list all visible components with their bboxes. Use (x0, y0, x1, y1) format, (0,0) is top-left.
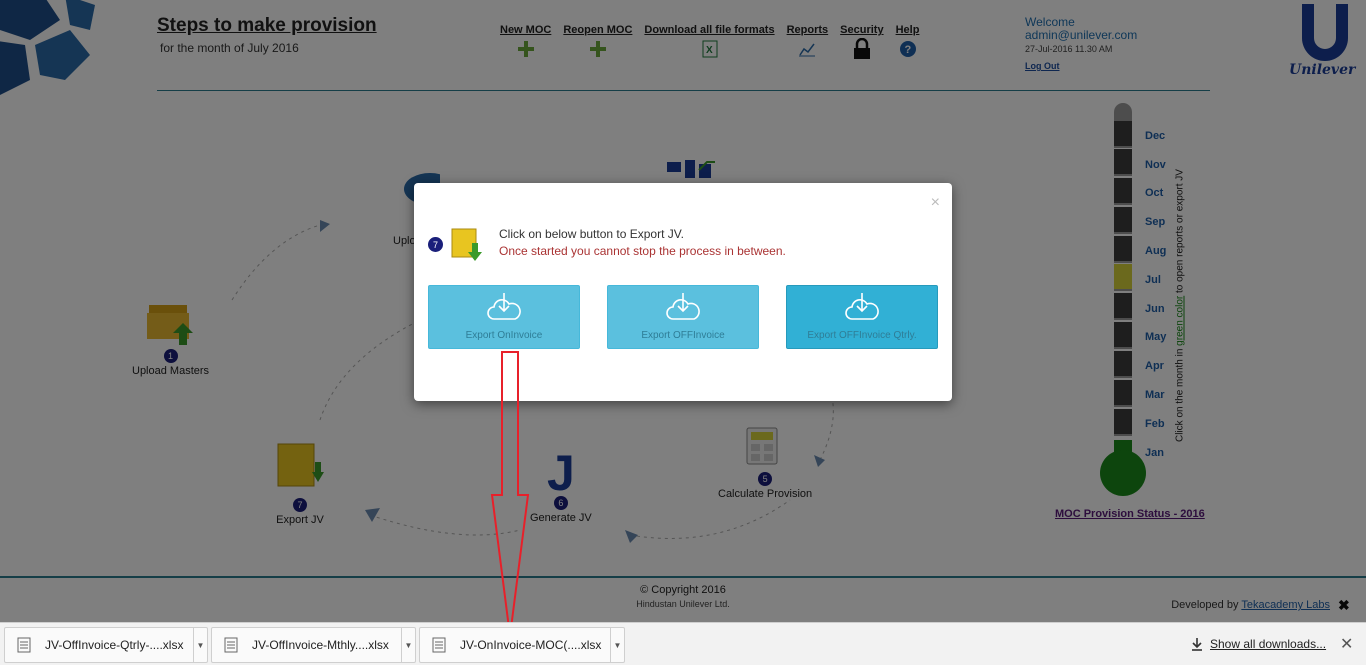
download-filename: JV-OffInvoice-Mthly....xlsx (252, 638, 389, 652)
downloads-close-icon[interactable]: ✕ (1340, 634, 1353, 654)
show-all-label: Show all downloads... (1210, 637, 1327, 651)
export-offinvoice-button[interactable]: Export OFFInvoice (607, 285, 759, 349)
modal-warning: Once started you cannot stop the process… (499, 244, 786, 258)
chevron-down-icon[interactable]: ▼ (193, 628, 207, 662)
export-offinvoice-qtrly-button[interactable]: Export OFFInvoice Qtrly. (786, 285, 938, 349)
downloads-bar: JV-OffInvoice-Qtrly-....xlsx ▼ JV-OffInv… (0, 622, 1366, 665)
button-label: Export OnInvoice (465, 330, 543, 341)
file-icon (224, 637, 238, 653)
download-item[interactable]: JV-OffInvoice-Mthly....xlsx ▼ (211, 627, 416, 663)
download-filename: JV-OffInvoice-Qtrly-....xlsx (45, 638, 184, 652)
download-filename: JV-OnInvoice-MOC(....xlsx (460, 638, 602, 652)
button-label: Export OFFInvoice (641, 330, 725, 341)
export-doc-icon (451, 228, 482, 261)
cloud-download-icon (666, 293, 700, 320)
button-label: Export OFFInvoice Qtrly. (807, 330, 917, 341)
export-oninvoice-button[interactable]: Export OnInvoice (428, 285, 580, 349)
download-item[interactable]: JV-OffInvoice-Qtrly-....xlsx ▼ (4, 627, 208, 663)
modal-close-button[interactable]: × (931, 194, 940, 212)
chevron-down-icon[interactable]: ▼ (610, 628, 624, 662)
file-icon (432, 637, 446, 653)
show-all-downloads[interactable]: Show all downloads... (1190, 637, 1326, 651)
modal-message: Click on below button to Export JV. (499, 227, 684, 241)
chevron-down-icon[interactable]: ▼ (401, 628, 415, 662)
cloud-download-icon (487, 293, 521, 320)
annotation-arrow (490, 351, 530, 637)
download-icon (1192, 638, 1202, 651)
cloud-download-icon (845, 293, 879, 320)
step-number-badge: 7 (428, 237, 443, 252)
file-icon (17, 637, 31, 653)
download-item[interactable]: JV-OnInvoice-MOC(....xlsx ▼ (419, 627, 625, 663)
